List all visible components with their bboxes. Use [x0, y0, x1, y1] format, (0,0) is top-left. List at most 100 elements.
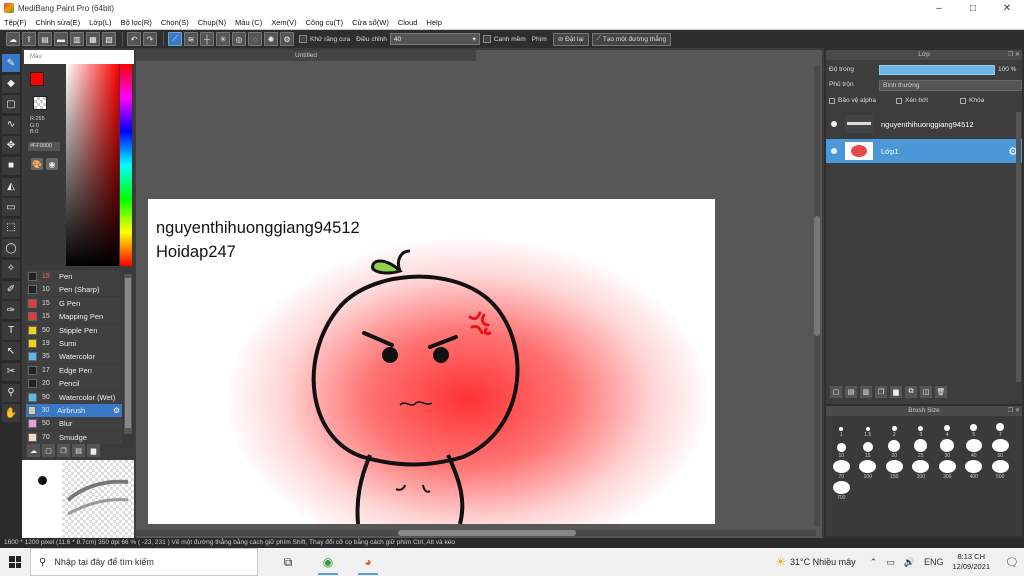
network-icon[interactable]: ▭	[886, 557, 895, 568]
lasso-tool-icon[interactable]: ◯	[2, 239, 20, 258]
brush-size-option[interactable]: 700	[828, 481, 855, 502]
opacity-slider[interactable]	[879, 65, 995, 75]
scroll-thumb[interactable]	[398, 530, 576, 536]
brush-list-item[interactable]: 19 Sumi	[26, 337, 122, 350]
antialias-checkbox[interactable]	[299, 35, 307, 43]
gradient-tool-icon[interactable]: ▭	[2, 198, 20, 217]
chevron-up-icon[interactable]: ⌃	[870, 557, 878, 568]
merge-layer-icon[interactable]: ⧉	[905, 386, 917, 398]
shape-fill-icon[interactable]: ■	[2, 156, 20, 175]
menu-file[interactable]: Tệp(F)	[4, 18, 27, 27]
palette-icon[interactable]: 🎨	[31, 158, 43, 170]
protect-alpha-checkbox[interactable]	[829, 97, 835, 104]
clear-layer-icon[interactable]: ◫	[920, 386, 932, 398]
brush-size-option[interactable]: 30	[934, 439, 961, 460]
brush-size-option[interactable]: 25	[908, 439, 935, 460]
brush-list-item[interactable]: 20 Pencil	[26, 377, 122, 391]
brush-size-option[interactable]: 5	[961, 418, 988, 439]
comment-icon[interactable]: ▬	[54, 32, 68, 46]
brush-list-item[interactable]: 70 Smudge	[26, 430, 122, 444]
lock-checkbox[interactable]	[960, 97, 966, 104]
straight-line-button[interactable]: ⟋ Tạo một đường thẳng	[591, 32, 672, 46]
cloud-icon[interactable]: ☁	[6, 32, 20, 46]
brush-edit-icon[interactable]: ▤	[72, 444, 85, 457]
dot-tool-icon[interactable]: ▢	[2, 95, 20, 114]
new-file-icon[interactable]: ▤	[38, 32, 52, 46]
brush-size-option[interactable]: 200	[908, 460, 935, 481]
brush-size-option[interactable]: 4	[934, 418, 961, 439]
select-eraser-icon[interactable]: ✑	[2, 301, 20, 320]
hand-tool-icon[interactable]: ✋	[2, 404, 20, 423]
taskbar-search[interactable]: ⚲ Nhập tại đây để tìm kiếm	[30, 548, 258, 576]
brush-list-item[interactable]: 35 Watercolor	[26, 350, 122, 364]
save-icon[interactable]: ▦	[86, 32, 100, 46]
cross-snap-icon[interactable]: ┼	[200, 32, 214, 46]
brush-size-option[interactable]: 300	[934, 460, 961, 481]
brush-scrollbar[interactable]	[124, 274, 132, 434]
brush-folder-icon[interactable]: ▆	[87, 444, 100, 457]
copy-layer-icon[interactable]: ❐	[875, 386, 887, 398]
curve-snap-icon[interactable]: ◌	[248, 32, 262, 46]
add-8bit-layer-icon[interactable]: ▥	[860, 386, 872, 398]
layer-item[interactable]: nguyenthihuonggiang94512	[826, 112, 1022, 136]
brush-tool-icon[interactable]: ✎	[2, 54, 20, 72]
minimize-button[interactable]: –	[922, 0, 956, 16]
settings-snap-icon[interactable]: ⚙	[280, 32, 294, 46]
circle-snap-icon[interactable]: ◎	[232, 32, 246, 46]
menu-select[interactable]: Chọn(S)	[161, 18, 189, 27]
curve-tool-icon[interactable]: ∿	[2, 115, 20, 134]
eraser-tool-icon[interactable]: ◆	[2, 74, 20, 93]
menu-layer[interactable]: Lớp(L)	[89, 18, 111, 27]
brush-list-item[interactable]: 15 G Pen	[26, 296, 122, 310]
hue-slider[interactable]	[120, 64, 132, 266]
menu-cloud[interactable]: Cloud	[398, 18, 418, 27]
brush-size-option[interactable]: 1.5	[855, 418, 882, 439]
menu-edit[interactable]: Chỉnh sửa(E)	[36, 18, 81, 27]
bucket-tool-icon[interactable]: ◭	[2, 177, 20, 196]
brush-list-item[interactable]: 30 Airbrush ⚙	[26, 404, 122, 417]
hex-field[interactable]: #FF0000	[28, 142, 60, 151]
brush-size-option[interactable]: 2	[881, 418, 908, 439]
blend-mode-select[interactable]: Bình thường	[879, 80, 1022, 91]
divide-tool-icon[interactable]: ✂	[2, 362, 20, 381]
close-button[interactable]: ✕	[990, 0, 1024, 16]
brush-size-option[interactable]: 15	[855, 439, 882, 460]
horizontal-scrollbar[interactable]	[136, 530, 816, 536]
foreground-color-swatch[interactable]	[30, 72, 44, 86]
panel-close-icon[interactable]: ❐ ✕	[1008, 50, 1020, 60]
volume-icon[interactable]: 🔊	[904, 557, 915, 568]
start-button[interactable]	[0, 548, 30, 576]
brush-size-option[interactable]: 100	[855, 460, 882, 481]
layer-scrollbar[interactable]	[1016, 112, 1021, 382]
visibility-icon[interactable]	[831, 121, 837, 127]
brush-list-item[interactable]: 90 Watercolor (Wet)	[26, 390, 122, 404]
trash-icon[interactable]: 🗑	[935, 386, 947, 398]
coccoc-browser-icon[interactable]: ◉	[308, 548, 348, 576]
scroll-thumb[interactable]	[125, 278, 131, 428]
color-tab[interactable]: Màu	[24, 50, 134, 64]
brush-size-option[interactable]: 20	[881, 439, 908, 460]
brush-size-option[interactable]: 7	[987, 418, 1014, 439]
brush-size-option[interactable]: 40	[961, 439, 988, 460]
brush-size-option[interactable]: 70	[828, 460, 855, 481]
brush-new-icon[interactable]: ▢	[42, 444, 55, 457]
brush-cloud-icon[interactable]: ☁	[27, 444, 40, 457]
parallel-snap-icon[interactable]: ≋	[184, 32, 198, 46]
brush-list-item[interactable]: 15 Pen	[26, 270, 122, 283]
menu-help[interactable]: Help	[426, 18, 441, 27]
add-layer-icon[interactable]: ▢	[830, 386, 842, 398]
menu-tools[interactable]: Công cụ(T)	[306, 18, 344, 27]
scroll-thumb[interactable]	[814, 216, 820, 336]
clip-checkbox[interactable]	[896, 97, 902, 104]
brush-copy-icon[interactable]: ❐	[57, 444, 70, 457]
brush-list-item[interactable]: 15 Mapping Pen	[26, 310, 122, 324]
clip-option[interactable]: Xén bớt	[896, 97, 928, 104]
line-snap-icon[interactable]: ⟋	[168, 32, 182, 46]
export-icon[interactable]: ▧	[102, 32, 116, 46]
move-tool-icon[interactable]: ✥	[2, 136, 20, 155]
lock-option[interactable]: Khóa	[960, 97, 984, 104]
menu-filter[interactable]: Bộ lọc(R)	[121, 18, 152, 27]
background-color-swatch[interactable]	[33, 96, 47, 110]
open-file-icon[interactable]: ▥	[70, 32, 84, 46]
select-tool-icon[interactable]: ⬚	[2, 218, 20, 237]
